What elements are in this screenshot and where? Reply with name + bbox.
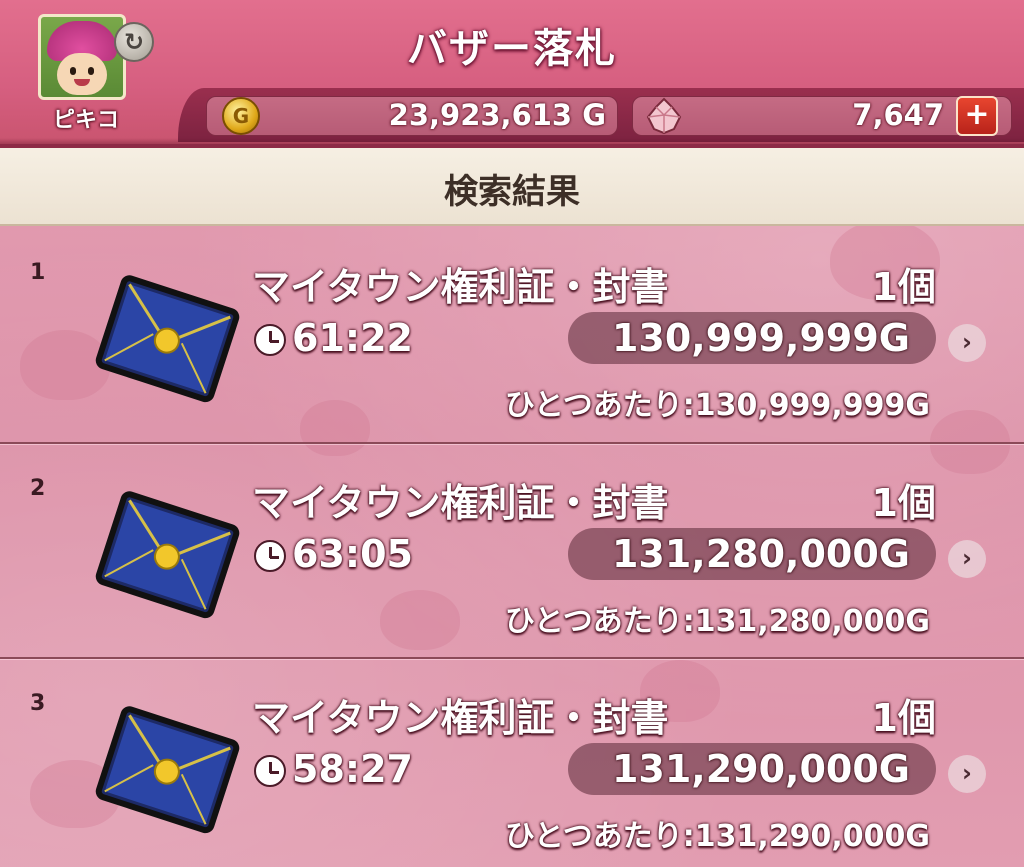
player-name: ピキコ xyxy=(52,108,119,133)
time-remaining: 63:05 xyxy=(292,532,413,576)
envelope-icon xyxy=(95,491,240,619)
result-rank: 1 xyxy=(30,260,46,285)
envelope-icon xyxy=(95,275,240,403)
chevron-right-icon[interactable]: › xyxy=(948,324,986,362)
gold-amount: 23,923,613 G xyxy=(388,98,606,132)
result-row[interactable]: 2 マイタウン権利証・封書 1個 63:05 131,280,000G › ひと… xyxy=(0,444,1024,660)
gold-coin-icon: G xyxy=(222,97,260,135)
item-price: 131,290,000G xyxy=(611,747,910,791)
player-avatar[interactable] xyxy=(38,14,126,100)
search-results-heading: 検索結果 xyxy=(444,172,580,212)
item-quantity: 1個 xyxy=(871,265,936,309)
item-name: マイタウン権利証・封書 xyxy=(252,265,669,309)
result-row[interactable]: 3 マイタウン権利証・封書 1個 58:27 131,290,000G › ひと… xyxy=(0,659,1024,867)
refresh-icon[interactable]: ↻ xyxy=(114,22,154,62)
unit-price: ひとつあたり:130,999,999G xyxy=(504,388,930,423)
bazaar-screen: バザー落札 ↻ ピキコ G 23,923,613 G 7,647 + 検索結果 … xyxy=(0,0,1024,867)
clock-icon xyxy=(254,324,286,356)
item-name: マイタウン権利証・封書 xyxy=(252,696,669,740)
time-remaining: 58:27 xyxy=(292,747,413,791)
chevron-right-icon[interactable]: › xyxy=(948,540,986,578)
clock-icon xyxy=(254,755,286,787)
clock-icon xyxy=(254,540,286,572)
avatar-mouth xyxy=(74,79,90,86)
avatar-face xyxy=(57,53,107,95)
item-price: 131,280,000G xyxy=(611,532,910,576)
gem-amount: 7,647 xyxy=(852,98,944,132)
unit-price: ひとつあたり:131,280,000G xyxy=(504,604,930,639)
envelope-icon xyxy=(95,706,240,834)
avatar-eye xyxy=(70,67,76,75)
item-price: 130,999,999G xyxy=(611,316,910,360)
result-rank: 3 xyxy=(30,691,46,716)
item-quantity: 1個 xyxy=(871,696,936,740)
unit-price: ひとつあたり:131,290,000G xyxy=(504,819,930,854)
chevron-right-icon[interactable]: › xyxy=(948,755,986,793)
subtitle-bar: 検索結果 xyxy=(0,148,1024,226)
time-remaining: 61:22 xyxy=(292,316,413,360)
result-row[interactable]: 1 マイタウン権利証・封書 1個 61:22 130,999,999G › ひと… xyxy=(0,228,1024,444)
result-rank: 2 xyxy=(30,476,46,501)
add-gems-button[interactable]: + xyxy=(956,96,998,136)
avatar-eye xyxy=(88,67,94,75)
item-quantity: 1個 xyxy=(871,481,936,525)
item-name: マイタウン権利証・封書 xyxy=(252,481,669,525)
gem-icon xyxy=(646,97,682,135)
